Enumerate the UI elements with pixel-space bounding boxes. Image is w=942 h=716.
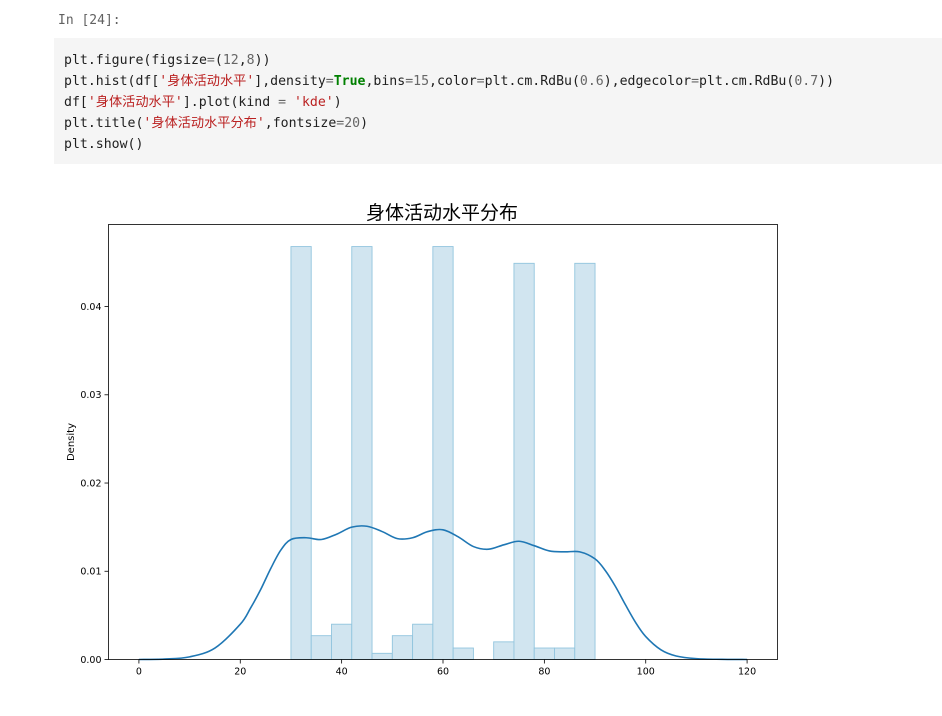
code-token: 'kde' [294, 95, 334, 110]
code-token: ) [360, 116, 369, 131]
code-token: 20 [344, 116, 361, 131]
code-line: df['身体活动水平'].plot(kind = 'kde') [64, 92, 932, 113]
histogram-bar [432, 246, 454, 660]
x-tick-label: 0 [136, 667, 142, 678]
histogram-bar [310, 635, 332, 660]
cell-prompt: In [24]: [58, 13, 121, 28]
histogram-bar [412, 623, 434, 660]
code-token: plt.show() [64, 137, 144, 152]
x-tick-label: 40 [336, 667, 348, 678]
chart-title: 身体活动水平分布 [366, 202, 518, 224]
code-token: , [238, 53, 247, 68]
code-line: plt.hist(df['身体活动水平'],density=True,bins=… [64, 71, 932, 92]
histogram-bars [290, 246, 596, 660]
code-line: plt.figure(figsize=(12,8)) [64, 50, 932, 71]
y-axis-ticks: 0.00 0.01 0.02 0.03 0.04 [80, 302, 109, 666]
x-tick-label: 120 [738, 667, 756, 678]
x-tick-label: 20 [234, 667, 246, 678]
code-token: True [333, 74, 366, 89]
histogram-bar [452, 647, 474, 660]
histogram-bar [391, 635, 414, 660]
y-tick-label: 0.00 [80, 655, 101, 666]
code-token: plt.title( [64, 116, 144, 131]
code-token: ( [214, 53, 223, 68]
histogram-bar [574, 262, 596, 660]
x-tick-label: 80 [538, 667, 550, 678]
code-token: 15 [413, 74, 430, 89]
code-token: ) [333, 95, 342, 110]
y-tick-label: 0.02 [80, 478, 101, 489]
code-token: 0.7 [794, 74, 819, 89]
code-token: 0.6 [579, 74, 604, 89]
code-token: ,fontsize [264, 116, 337, 131]
y-tick-label: 0.03 [80, 390, 101, 401]
x-tick-label: 100 [637, 667, 655, 678]
code-token: plt.cm.RdBu( [699, 74, 795, 89]
histogram-bar [493, 641, 515, 660]
histogram-bar [513, 262, 535, 660]
code-token: = [278, 95, 287, 110]
code-cell-editor[interactable]: plt.figure(figsize=(12,8)) plt.hist(df['身… [54, 38, 942, 164]
x-axis-ticks: 0 20 40 60 80 100 120 [136, 659, 756, 678]
histogram-bar [554, 647, 576, 660]
code-token: ],density [254, 74, 326, 89]
code-token: 8 [246, 53, 255, 68]
y-tick-label: 0.01 [80, 567, 101, 578]
histogram-bar [351, 246, 373, 660]
code-token: ,bins [365, 74, 406, 89]
histogram-bar [290, 246, 312, 660]
code-token: 12 [222, 53, 239, 68]
x-tick-label: 60 [437, 667, 449, 678]
code-token: plt.cm.RdBu( [484, 74, 580, 89]
y-tick-label: 0.04 [80, 302, 101, 313]
code-token: '身体活动水平' [87, 95, 183, 110]
code-token: = [476, 74, 485, 89]
code-token: '身体活动水平' [159, 74, 255, 89]
code-line: plt.show() [64, 134, 932, 155]
y-axis-label: Density [66, 423, 77, 461]
histogram-bar [331, 623, 353, 660]
code-token: ].plot(kind [182, 95, 279, 110]
code-token: df[ [64, 95, 88, 110]
histogram-chart: 身体活动水平分布 Density 0 20 40 60 80 100 120 0.000.0… [66, 202, 778, 678]
code-line: plt.title('身体活动水平分布',fontsize=20) [64, 113, 932, 134]
code-token: plt.figure(figsize [64, 53, 207, 68]
histogram-bar [371, 652, 393, 660]
code-token: plt.hist(df[ [64, 74, 160, 89]
cell-output: 身体活动水平分布 Density 0 20 40 60 80 100 120 0.00 0.0… [56, 188, 796, 698]
code-token: ,color [429, 74, 477, 89]
code-token: )) [818, 74, 835, 89]
code-token: )) [254, 53, 271, 68]
code-token: = [405, 74, 414, 89]
code-token: = [206, 53, 215, 68]
histogram-bar [533, 647, 555, 660]
code-token: = [325, 74, 334, 89]
code-token: = [691, 74, 700, 89]
code-token: '身体活动水平分布' [143, 116, 265, 131]
code-token: ),edgecolor [603, 74, 692, 89]
